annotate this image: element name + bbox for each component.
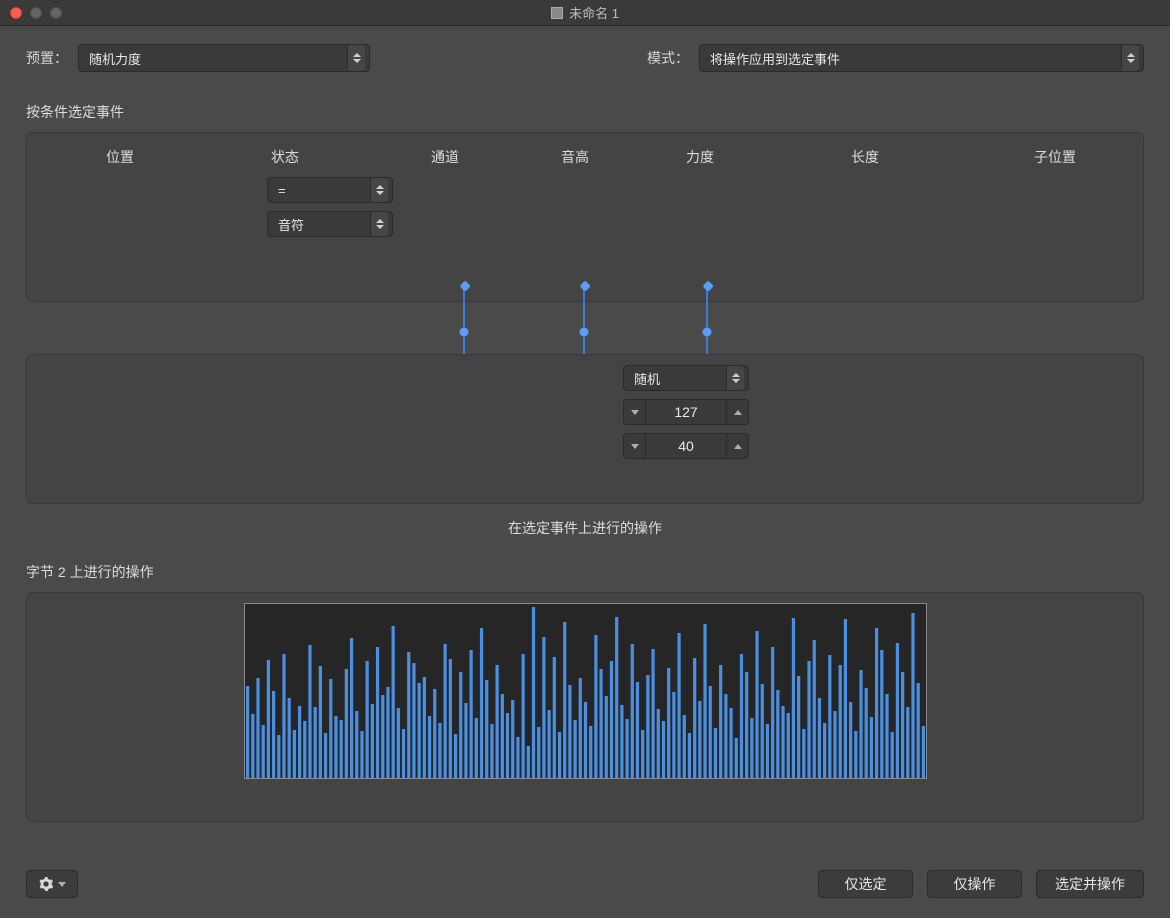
- velocity-min-stepper[interactable]: 40: [623, 433, 749, 459]
- chevron-down-icon: [58, 882, 66, 887]
- mode-label: 模式：: [647, 48, 689, 68]
- select-and-operate-label: 选定并操作: [1055, 874, 1125, 894]
- preset-value: 随机力度: [89, 49, 141, 68]
- updown-icon: [370, 212, 388, 236]
- stepper-decrement[interactable]: [624, 400, 646, 424]
- conditions-title: 按条件选定事件: [26, 102, 1144, 122]
- velocity-max-stepper[interactable]: 127: [623, 399, 749, 425]
- velocity-mode-value: 随机: [634, 369, 660, 388]
- window-controls: [0, 7, 62, 19]
- window-title-text: 未命名 1: [569, 3, 619, 22]
- status-operator-value: =: [278, 183, 286, 198]
- select-only-button[interactable]: 仅选定: [818, 870, 913, 898]
- footer: 仅选定 仅操作 选定并操作: [26, 870, 1144, 898]
- titlebar: 未命名 1: [0, 0, 1170, 26]
- maximize-icon[interactable]: [50, 7, 62, 19]
- velocity-max-value: 127: [674, 404, 697, 420]
- header-channel: 通道: [375, 147, 515, 167]
- preset-label: 预置：: [26, 48, 68, 68]
- header-subposition: 子位置: [965, 147, 1145, 167]
- stepper-increment[interactable]: [726, 400, 748, 424]
- velocity-bars-canvas: [244, 603, 927, 779]
- updown-icon: [347, 45, 365, 71]
- status-operator-select[interactable]: =: [267, 177, 393, 203]
- operate-only-label: 仅操作: [954, 874, 996, 894]
- header-pitch: 音高: [515, 147, 635, 167]
- bars-chart-icon: [245, 604, 926, 778]
- preview-title: 字节 2 上进行的操作: [26, 562, 1144, 582]
- conditions-panel: 位置 状态 通道 音高 力度 长度 子位置 = 音符: [26, 132, 1144, 302]
- top-row: 预置： 随机力度 模式： 将操作应用到选定事件: [26, 44, 1144, 72]
- updown-icon: [726, 366, 744, 390]
- condition-headers: 位置 状态 通道 音高 力度 长度 子位置: [45, 147, 1125, 167]
- preview-panel: [26, 592, 1144, 822]
- velocity-min-value: 40: [678, 438, 694, 454]
- header-position: 位置: [45, 147, 195, 167]
- close-icon[interactable]: [10, 7, 22, 19]
- status-type-select[interactable]: 音符: [267, 211, 393, 237]
- status-type-value: 音符: [278, 215, 304, 234]
- mode-select[interactable]: 将操作应用到选定事件: [699, 44, 1144, 72]
- operations-panel: 随机 127 40: [26, 354, 1144, 504]
- document-icon: [551, 7, 563, 19]
- mode-value: 将操作应用到选定事件: [710, 49, 840, 68]
- window-title: 未命名 1: [0, 3, 1170, 22]
- stepper-decrement[interactable]: [624, 434, 646, 458]
- select-and-operate-button[interactable]: 选定并操作: [1036, 870, 1144, 898]
- preset-select[interactable]: 随机力度: [78, 44, 370, 72]
- connectors: [26, 300, 1144, 354]
- select-only-label: 仅选定: [845, 874, 887, 894]
- gear-menu-button[interactable]: [26, 870, 78, 898]
- gear-icon: [38, 876, 54, 892]
- updown-icon: [1121, 45, 1139, 71]
- header-velocity: 力度: [635, 147, 765, 167]
- operate-only-button[interactable]: 仅操作: [927, 870, 1022, 898]
- header-length: 长度: [765, 147, 965, 167]
- minimize-icon[interactable]: [30, 7, 42, 19]
- stepper-increment[interactable]: [726, 434, 748, 458]
- header-status: 状态: [195, 147, 375, 167]
- operations-caption: 在选定事件上进行的操作: [26, 518, 1144, 538]
- updown-icon: [370, 178, 388, 202]
- velocity-mode-select[interactable]: 随机: [623, 365, 749, 391]
